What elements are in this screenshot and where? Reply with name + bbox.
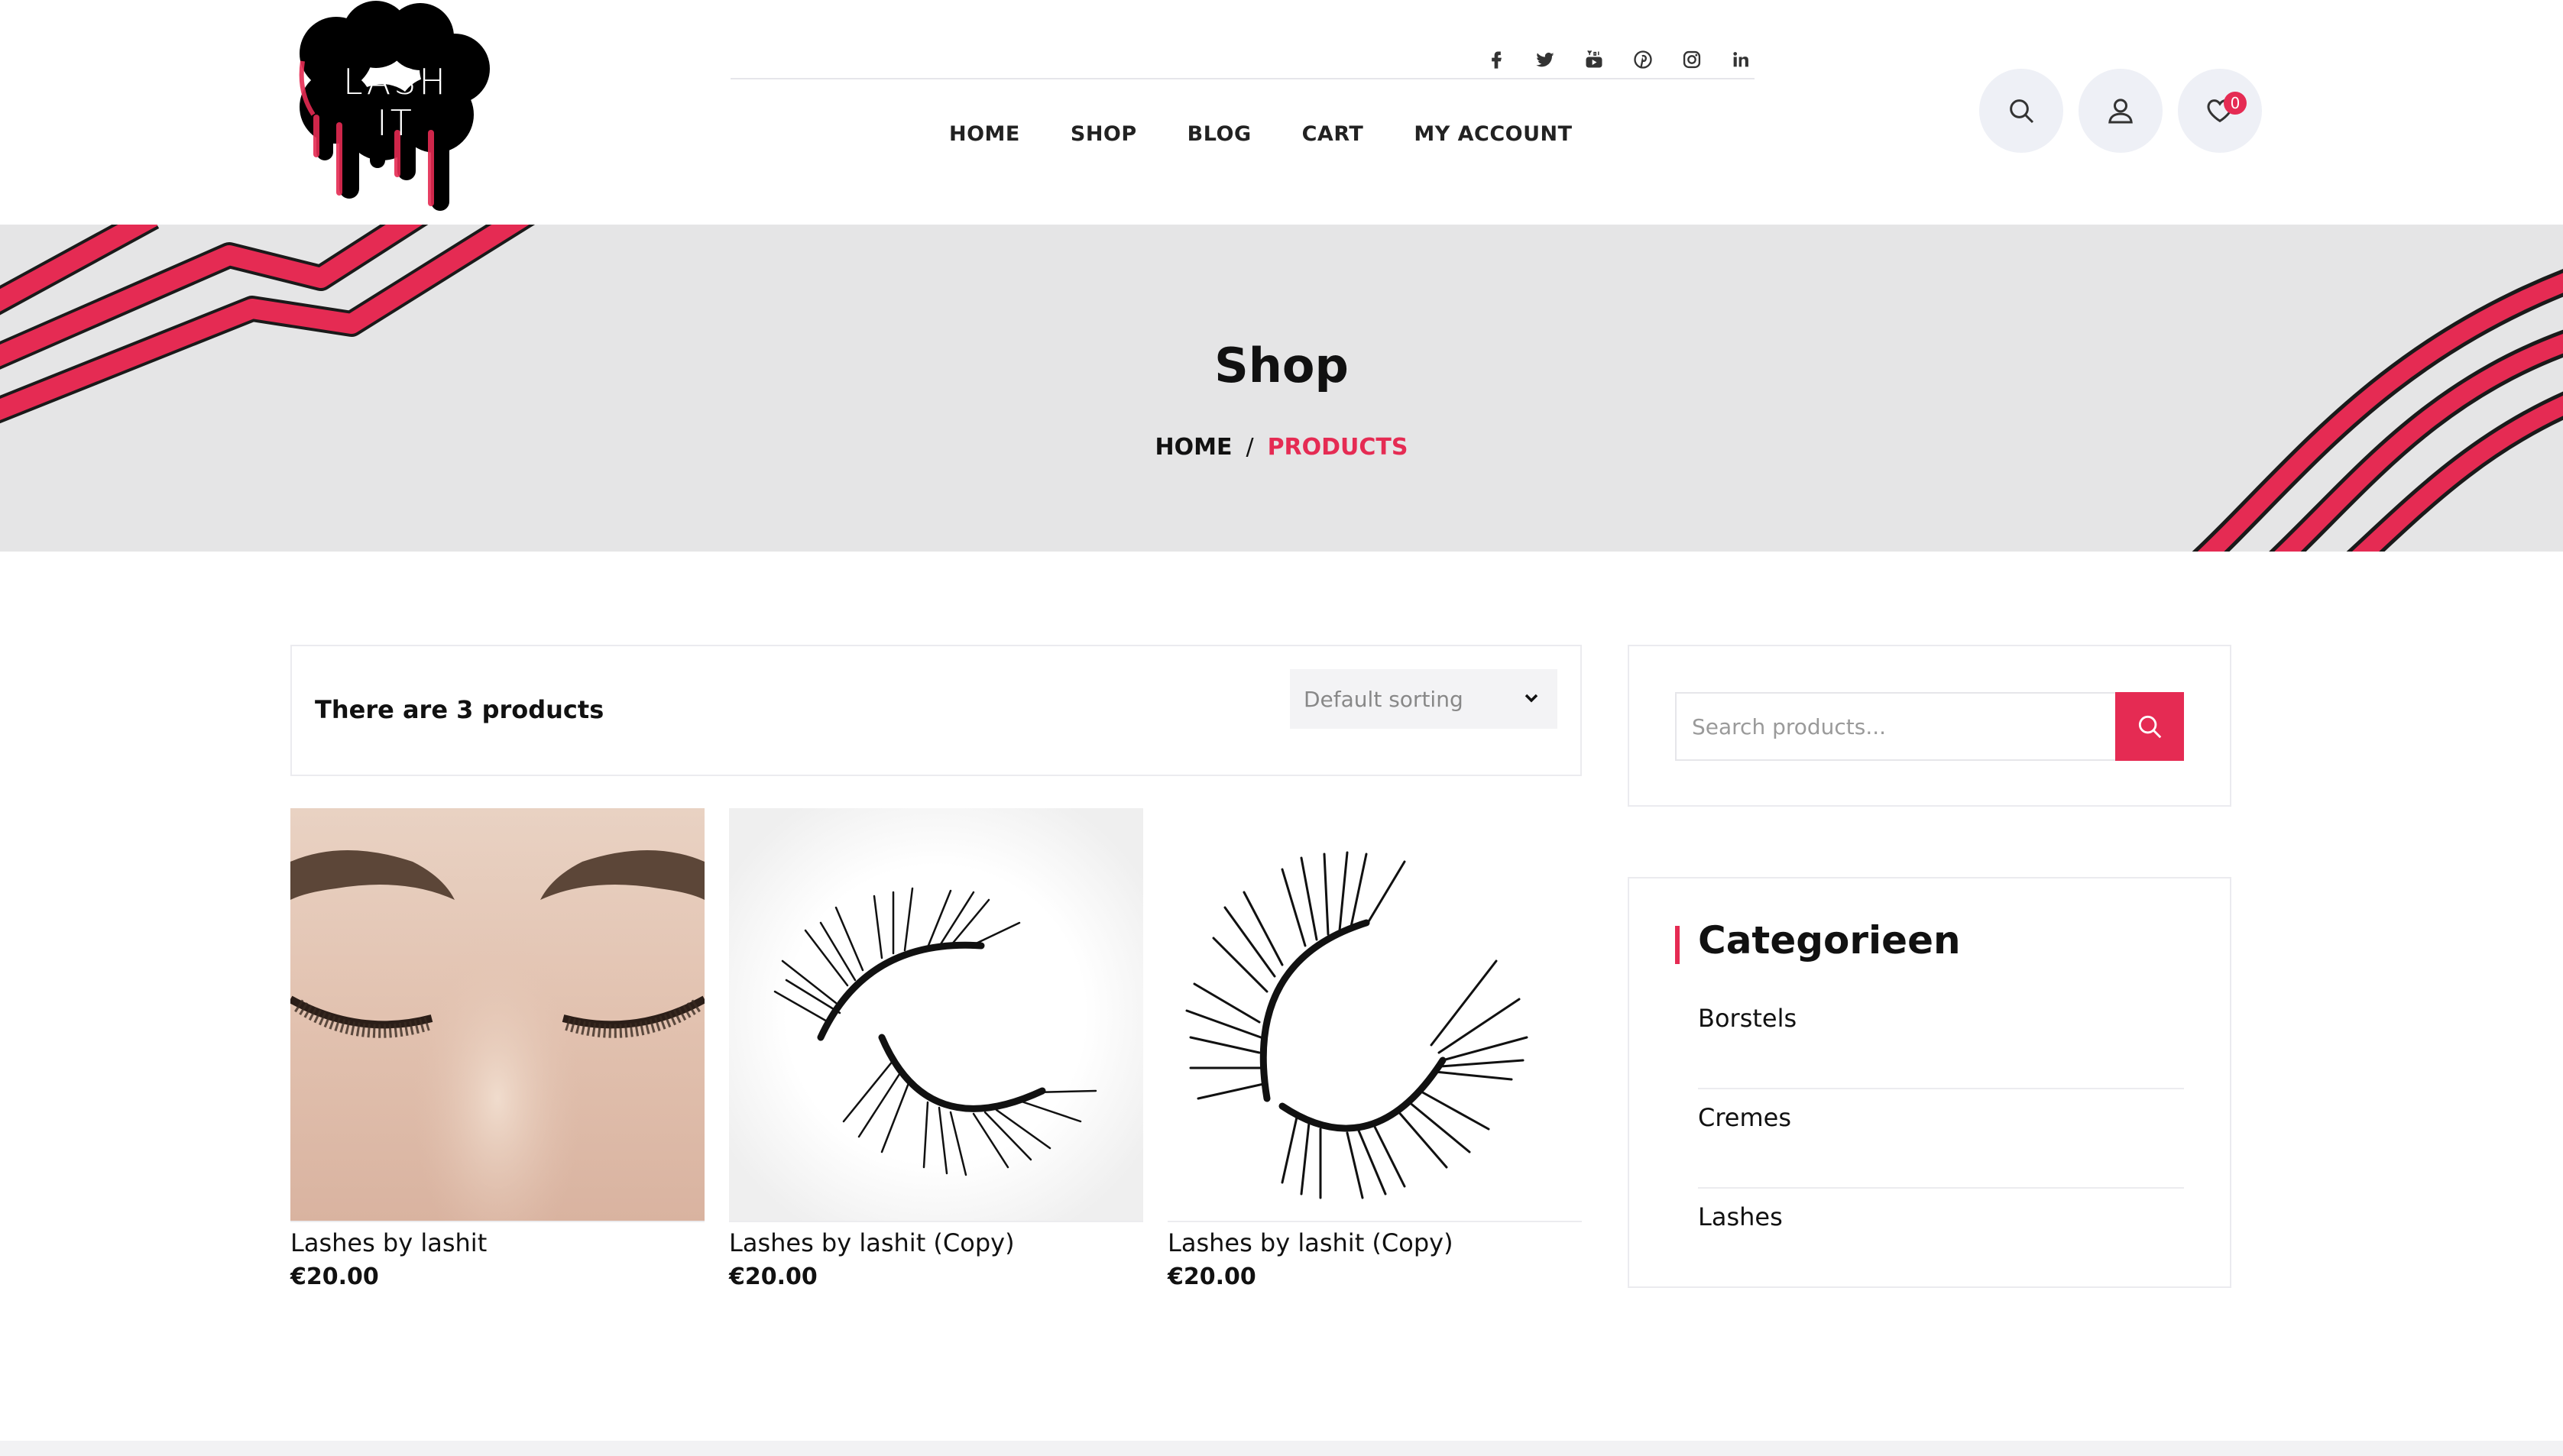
site-header: LASH IT HOME SHOP BLOG CART MY ACCOUNT 0	[0, 0, 2563, 225]
header-divider	[731, 78, 1755, 79]
sorting-select[interactable]: Default sorting	[1290, 669, 1557, 729]
wishlist-count-badge: 0	[2224, 92, 2247, 115]
main-navigation: HOME SHOP BLOG CART MY ACCOUNT	[949, 122, 1573, 146]
product-divider	[1168, 1221, 1582, 1222]
logo-text: LASH IT	[343, 61, 449, 144]
breadcrumb: HOME / PRODUCTS	[0, 434, 2563, 461]
user-icon	[2108, 99, 2133, 124]
title-accent-bar	[1675, 926, 1680, 964]
product-card[interactable]: Lashes by lashit €20.00	[290, 808, 705, 1290]
category-item-cremes[interactable]: Cremes	[1698, 1089, 2184, 1189]
product-card[interactable]: Lashes by lashit (Copy) €20.00	[1168, 808, 1582, 1290]
linkedin-icon[interactable]	[1730, 49, 1751, 70]
nav-shop[interactable]: SHOP	[1071, 122, 1137, 146]
site-logo[interactable]: LASH IT	[290, 0, 504, 211]
product-name[interactable]: Lashes by lashit (Copy)	[1168, 1228, 1453, 1257]
product-divider	[290, 1221, 705, 1222]
product-search-widget	[1628, 645, 2231, 807]
facebook-icon[interactable]	[1486, 49, 1507, 70]
page-title: Shop	[1214, 338, 1349, 393]
categories-widget: Categorieen Borstels Cremes Lashes	[1628, 877, 2231, 1288]
product-search-input[interactable]	[1675, 692, 2118, 761]
false-lashes-photo	[1168, 808, 1582, 1221]
header-search-button[interactable]	[1979, 69, 2063, 153]
youtube-icon[interactable]	[1583, 49, 1605, 70]
twitter-icon[interactable]	[1534, 49, 1556, 70]
footer-edge	[0, 1441, 2563, 1456]
product-image[interactable]	[290, 808, 705, 1221]
product-name[interactable]: Lashes by lashit	[290, 1228, 487, 1257]
product-name[interactable]: Lashes by lashit (Copy)	[729, 1228, 1015, 1257]
result-count: There are 3 products	[315, 695, 604, 724]
nav-home[interactable]: HOME	[949, 122, 1020, 146]
nav-blog[interactable]: BLOG	[1188, 122, 1252, 146]
category-item-borstels[interactable]: Borstels	[1698, 990, 2184, 1089]
product-price: €20.00	[290, 1263, 379, 1290]
nav-cart[interactable]: CART	[1302, 122, 1364, 146]
product-search-submit-button[interactable]	[2115, 692, 2184, 761]
sorting-value: Default sorting	[1304, 686, 1463, 712]
wishlist-button[interactable]: 0	[2178, 69, 2262, 153]
categories-title: Categorieen	[1698, 918, 1961, 963]
shop-toolbar: There are 3 products Default sorting	[290, 645, 1582, 776]
chevron-down-icon	[1525, 694, 1538, 703]
product-image[interactable]	[1168, 808, 1582, 1221]
product-divider	[729, 1221, 1143, 1222]
product-price: €20.00	[1168, 1263, 1256, 1290]
eyes-closed-photo	[290, 808, 705, 1221]
search-icon	[2138, 715, 2162, 739]
pinterest-icon[interactable]	[1632, 49, 1654, 70]
social-links	[1486, 44, 1751, 75]
breadcrumb-current: PRODUCTS	[1267, 434, 1408, 461]
account-button[interactable]	[2079, 69, 2163, 153]
categories-list: Borstels Cremes Lashes	[1698, 990, 2184, 1288]
search-icon	[2010, 99, 2034, 124]
false-lashes-photo	[729, 808, 1143, 1221]
product-price: €20.00	[729, 1263, 818, 1290]
nav-my-account[interactable]: MY ACCOUNT	[1414, 122, 1572, 146]
page-banner: Shop HOME / PRODUCTS	[0, 225, 2563, 552]
category-item-lashes[interactable]: Lashes	[1698, 1189, 2184, 1288]
product-card[interactable]: Lashes by lashit (Copy) €20.00	[729, 808, 1143, 1290]
instagram-icon[interactable]	[1681, 49, 1703, 70]
product-image[interactable]	[729, 808, 1143, 1221]
breadcrumb-home[interactable]: HOME	[1155, 434, 1232, 461]
breadcrumb-separator: /	[1246, 434, 1254, 461]
